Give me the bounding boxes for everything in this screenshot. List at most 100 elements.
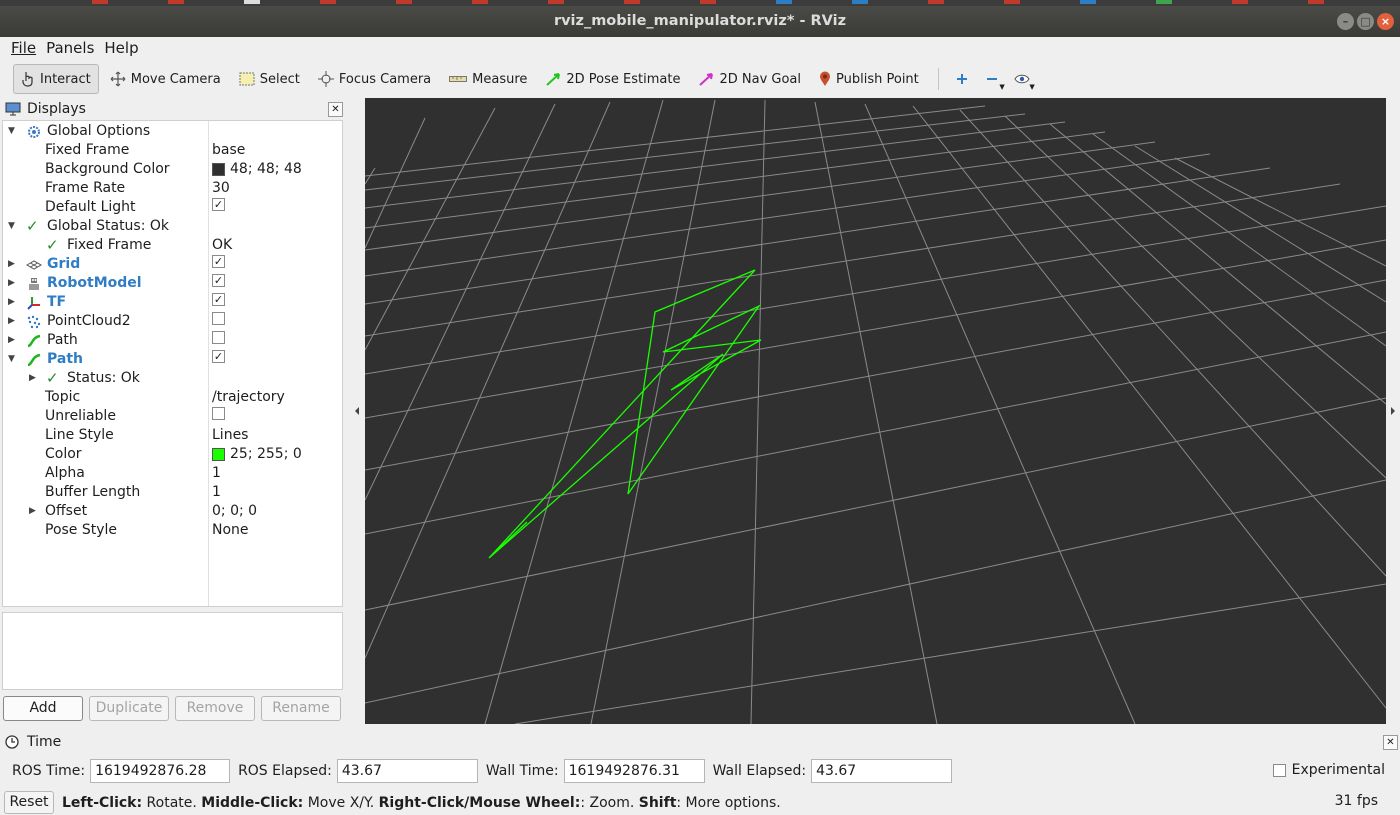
row-value-color[interactable]: 48; 48; 48 xyxy=(212,160,302,179)
add-tool-button[interactable] xyxy=(947,64,977,94)
color-value: 25; 255; 0 xyxy=(230,446,302,462)
expand-arrow-icon[interactable]: ▶ xyxy=(8,293,18,312)
checkbox[interactable]: ✓ xyxy=(212,293,225,306)
menu-panels[interactable]: Panels xyxy=(41,37,99,60)
checkbox[interactable]: ✓ xyxy=(212,274,225,287)
checkbox[interactable]: ✓ xyxy=(212,255,225,268)
right-splitter-handle[interactable] xyxy=(1386,99,1400,724)
tree-row-path-1[interactable]: ▶ Path xyxy=(3,331,342,350)
window-title: rviz_mobile_manipulator.rviz* - RViz xyxy=(553,13,847,29)
row-name: Pose Style xyxy=(45,522,118,538)
reset-button[interactable]: Reset xyxy=(4,791,54,814)
hint-key: Shift xyxy=(638,794,677,811)
render-scene xyxy=(365,99,1386,724)
tree-row-frame-rate[interactable]: Frame Rate 30 xyxy=(3,179,342,198)
eye-icon xyxy=(1014,74,1030,84)
row-value[interactable]: 30 xyxy=(212,179,230,198)
tree-row-unreliable[interactable]: Unreliable xyxy=(3,407,342,426)
minimize-button[interactable]: – xyxy=(1337,13,1354,30)
fps-counter: 31 fps xyxy=(1334,793,1378,809)
experimental-toggle[interactable]: Experimental xyxy=(1272,762,1385,778)
row-value[interactable]: /trajectory xyxy=(212,388,285,407)
expand-arrow-icon[interactable]: ▼ xyxy=(8,217,18,236)
row-value-color[interactable]: 25; 255; 0 xyxy=(212,445,302,464)
remove-display-button[interactable]: Remove xyxy=(175,696,255,721)
expand-arrow-icon[interactable]: ▶ xyxy=(8,274,18,293)
nav-goal-tool-button[interactable]: 2D Nav Goal xyxy=(691,64,808,94)
move-camera-tool-button[interactable]: Move Camera xyxy=(103,64,228,94)
expand-arrow-icon[interactable]: ▶ xyxy=(8,312,18,331)
menu-help[interactable]: Help xyxy=(99,37,143,60)
row-value[interactable]: 1 xyxy=(212,464,221,483)
expand-arrow-icon[interactable]: ▼ xyxy=(8,122,18,141)
toolbar-separator xyxy=(937,68,939,90)
checkbox[interactable] xyxy=(212,331,225,344)
maximize-button[interactable]: □ xyxy=(1357,13,1374,30)
tree-row-robotmodel[interactable]: ▶ RobotModel ✓ xyxy=(3,274,342,293)
left-splitter-handle[interactable] xyxy=(350,99,364,724)
expand-arrow-icon[interactable]: ▶ xyxy=(29,502,39,521)
tree-row-pose-style[interactable]: Pose Style None xyxy=(3,521,342,540)
tree-row-fixed-frame-status[interactable]: ✓ Fixed Frame OK xyxy=(3,236,342,255)
row-value[interactable]: 1 xyxy=(212,483,221,502)
tree-row-offset[interactable]: ▶ Offset 0; 0; 0 xyxy=(3,502,342,521)
tree-row-grid[interactable]: ▶ Grid ✓ xyxy=(3,255,342,274)
displays-panel-header: Displays ✕ xyxy=(2,99,343,119)
row-name: RobotModel xyxy=(47,275,142,291)
close-panel-button[interactable]: ✕ xyxy=(328,101,343,117)
row-value[interactable]: base xyxy=(212,141,245,160)
tree-row-global-options[interactable]: ▼ Global Options xyxy=(3,122,342,141)
pose-estimate-tool-button[interactable]: 2D Pose Estimate xyxy=(538,64,687,94)
tree-row-color[interactable]: Color 25; 255; 0 xyxy=(3,445,342,464)
row-name: Status: Ok xyxy=(67,370,140,386)
tree-row-topic[interactable]: Topic /trajectory xyxy=(3,388,342,407)
close-time-panel-button[interactable]: ✕ xyxy=(1383,734,1398,750)
tree-row-path-2[interactable]: ▼ Path ✓ xyxy=(3,350,342,369)
expand-arrow-icon[interactable]: ▶ xyxy=(8,255,18,274)
ros-elapsed-field[interactable]: 43.67 xyxy=(336,759,478,783)
row-name: Color xyxy=(45,446,82,462)
experimental-checkbox[interactable] xyxy=(1272,763,1286,777)
tree-row-alpha[interactable]: Alpha 1 xyxy=(3,464,342,483)
3d-viewport[interactable] xyxy=(365,98,1386,724)
expand-arrow-icon[interactable]: ▼ xyxy=(8,350,18,369)
row-value[interactable]: None xyxy=(212,521,249,540)
expand-arrow-icon[interactable]: ▶ xyxy=(8,331,18,350)
interact-tool-button[interactable]: Interact xyxy=(13,64,99,94)
wall-time-field[interactable]: 1619492876.31 xyxy=(563,759,705,783)
tree-row-line-style[interactable]: Line Style Lines xyxy=(3,426,342,445)
tree-row-global-status[interactable]: ▼ ✓ Global Status: Ok xyxy=(3,217,342,236)
tree-row-path-status[interactable]: ▶ ✓ Status: Ok xyxy=(3,369,342,388)
row-value[interactable]: Lines xyxy=(212,426,248,445)
remove-tool-button[interactable]: ▼ xyxy=(977,64,1007,94)
row-value[interactable]: 0; 0; 0 xyxy=(212,502,257,521)
close-window-button[interactable]: × xyxy=(1377,13,1394,30)
tree-row-background-color[interactable]: Background Color 48; 48; 48 xyxy=(3,160,342,179)
ros-time-field[interactable]: 1619492876.28 xyxy=(90,759,231,783)
statusbar: Reset Left-Click: Rotate. Middle-Click: … xyxy=(0,790,1400,815)
row-name: Default Light xyxy=(45,199,136,215)
publish-point-tool-button[interactable]: Publish Point xyxy=(812,64,926,94)
minus-icon xyxy=(986,78,997,80)
tree-row-default-light[interactable]: Default Light ✓ xyxy=(3,198,342,217)
wall-elapsed-field[interactable]: 43.67 xyxy=(811,759,953,783)
rename-display-button[interactable]: Rename xyxy=(261,696,341,721)
path-icon xyxy=(27,334,41,348)
select-tool-button[interactable]: Select xyxy=(232,64,307,94)
checkbox[interactable]: ✓ xyxy=(212,350,225,363)
time-panel-header: Time ✕ xyxy=(2,732,1398,752)
checkbox[interactable]: ✓ xyxy=(212,198,225,211)
tree-row-pointcloud2[interactable]: ▶ PointCloud2 xyxy=(3,312,342,331)
tree-row-tf[interactable]: ▶ TF ✓ xyxy=(3,293,342,312)
checkbox[interactable] xyxy=(212,407,225,420)
expand-arrow-icon[interactable]: ▶ xyxy=(29,369,39,388)
tree-row-buffer-length[interactable]: Buffer Length 1 xyxy=(3,483,342,502)
add-display-button[interactable]: Add xyxy=(3,696,83,721)
menu-file[interactable]: File xyxy=(6,37,41,60)
focus-camera-tool-button[interactable]: Focus Camera xyxy=(311,64,438,94)
tree-row-fixed-frame[interactable]: Fixed Frame base xyxy=(3,141,342,160)
measure-tool-button[interactable]: Measure xyxy=(442,64,534,94)
view-tool-button[interactable]: ▼ xyxy=(1007,64,1037,94)
checkbox[interactable] xyxy=(212,312,225,325)
duplicate-display-button[interactable]: Duplicate xyxy=(89,696,169,721)
